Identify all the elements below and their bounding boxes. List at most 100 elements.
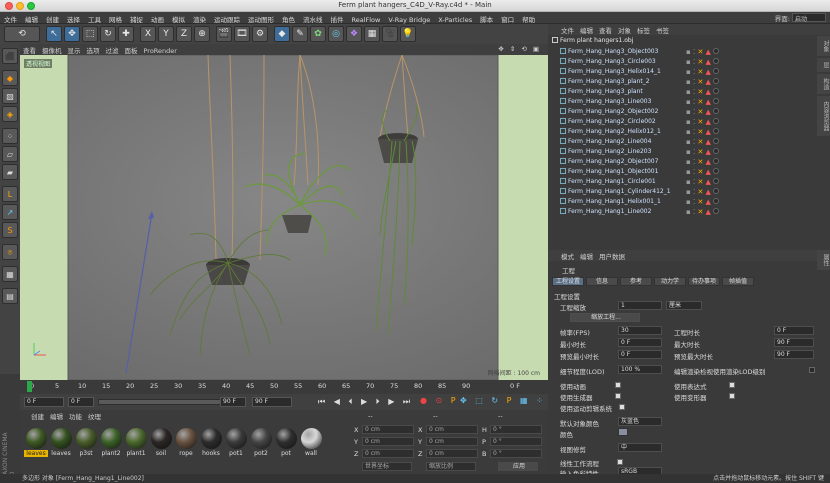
material-preview-0[interactable]	[26, 428, 47, 449]
attr-menu-mode[interactable]: 模式	[558, 250, 577, 262]
material-label[interactable]: p3st	[74, 450, 98, 457]
object-row[interactable]: Ferm_Hang_Hang2_Object002	[560, 108, 658, 117]
menu-tracker[interactable]: 运动跟踪	[210, 12, 244, 24]
axis-mode-icon[interactable]: L	[2, 186, 18, 202]
frame-range-slider[interactable]	[98, 399, 238, 405]
cube-icon[interactable]: ◆	[274, 26, 290, 42]
material-label[interactable]: leaves	[49, 450, 73, 457]
object-tags[interactable]: ▪ ⁚ ✕ ▲	[686, 188, 720, 197]
layout-icon[interactable]: ▤	[2, 288, 18, 304]
material-preview-9[interactable]	[251, 428, 272, 449]
object-row[interactable]: Ferm_Hang_Hang1_Cylinder412_1	[560, 188, 671, 197]
menu-create[interactable]: 创建	[42, 12, 63, 24]
menu-snap[interactable]: 捕捉	[126, 12, 147, 24]
lock-workplane-icon[interactable]: ⌾	[2, 244, 18, 260]
coord-apply-button[interactable]: 应用	[498, 462, 538, 471]
tab-dynamics[interactable]: 动力学	[654, 277, 686, 286]
menu-simulate[interactable]: 模拟	[168, 12, 189, 24]
object-row[interactable]: Ferm_Hang_Hang1_Circle001	[560, 178, 656, 187]
use-motion-checkbox[interactable]	[619, 404, 625, 410]
grid-icon[interactable]: ▦	[2, 266, 18, 282]
x-axis-icon[interactable]: X	[140, 26, 156, 42]
playhead[interactable]	[27, 381, 32, 392]
rotate-icon[interactable]: ↻	[100, 26, 116, 42]
menu-pipeline[interactable]: 流水线	[299, 12, 327, 24]
rot-p-field[interactable]: 0 °	[490, 437, 542, 446]
menu-vray[interactable]: V-Ray Bridge	[384, 14, 434, 24]
menu-animate[interactable]: 动画	[147, 12, 168, 24]
object-row[interactable]: Ferm_Hang_Hang3_Object003	[560, 48, 658, 57]
pos-x-field[interactable]: 0 cm	[362, 425, 414, 434]
tab-info[interactable]: 信息	[586, 277, 618, 286]
preview-min-field[interactable]: 0 F	[618, 350, 662, 359]
material-label[interactable]: rope	[174, 450, 198, 457]
material-label[interactable]: leaves	[24, 450, 48, 457]
floor-icon[interactable]: ▦	[364, 26, 380, 42]
material-label[interactable]: pot	[274, 450, 298, 457]
deformer-icon[interactable]: ❖	[346, 26, 362, 42]
mat-menu-create[interactable]: 创建	[28, 410, 47, 422]
material-preview-6[interactable]	[176, 428, 197, 449]
tweak-mode-icon[interactable]: ↗	[2, 204, 18, 220]
object-tags[interactable]: ▪ ⁚ ✕ ▲	[686, 128, 720, 137]
object-tags[interactable]: ▪ ⁚ ✕ ▲	[686, 158, 720, 167]
menu-script[interactable]: 脚本	[476, 12, 497, 24]
menu-tools[interactable]: 工具	[84, 12, 105, 24]
material-preview-2[interactable]	[76, 428, 97, 449]
preview-max-field[interactable]: 90 F	[774, 350, 814, 359]
attr-menu-userdata[interactable]: 用户数据	[596, 250, 628, 262]
menu-select[interactable]: 选择	[63, 12, 84, 24]
timeline[interactable]: 0 5 10 15 20 25 30 35 40 45 50 55 60 65 …	[20, 380, 548, 394]
object-row[interactable]: Ferm_Hang_Hang2_Line203	[560, 148, 651, 157]
default-color-select[interactable]: 灰蓝色	[618, 417, 662, 426]
size-y-field[interactable]: 0 cm	[426, 437, 478, 446]
object-tags[interactable]: ▪ ⁚ ✕ ▲	[686, 48, 720, 57]
make-editable-icon[interactable]: ⬛	[2, 48, 18, 64]
material-label[interactable]: hooks	[199, 450, 223, 457]
menu-render[interactable]: 渲染	[189, 12, 210, 24]
object-tags[interactable]: ▪ ⁚ ✕ ▲	[686, 148, 720, 157]
pos-z-field[interactable]: 0 cm	[362, 449, 414, 458]
object-row[interactable]: Ferm_Hang_Hang1_Line002	[560, 208, 651, 217]
object-tags[interactable]: ▪ ⁚ ✕ ▲	[686, 78, 720, 87]
obj-menu-tags[interactable]: 标签	[634, 24, 653, 36]
material-preview-8[interactable]	[226, 428, 247, 449]
color-swatch[interactable]	[618, 428, 628, 436]
project-scale-field[interactable]: 1	[618, 301, 662, 310]
object-row[interactable]: Ferm_Hang_Hang3_plant	[560, 88, 643, 97]
obj-menu-edit[interactable]: 编辑	[577, 24, 596, 36]
live-select-icon[interactable]: ↖	[46, 26, 62, 42]
menu-mesh[interactable]: 网格	[105, 12, 126, 24]
object-row[interactable]: Ferm_Hang_Hang2_Line004	[560, 138, 651, 147]
points-mode-icon[interactable]: ⁘	[2, 128, 18, 144]
min-frame-field[interactable]: 0 F	[68, 397, 94, 407]
material-preview-3[interactable]	[101, 428, 122, 449]
menu-edit[interactable]: 编辑	[21, 12, 42, 24]
fps-field[interactable]: 30	[618, 326, 662, 335]
tab-todo[interactable]: 待办事项	[688, 277, 720, 286]
coord-system-icon[interactable]: ⊕	[194, 26, 210, 42]
menu-window[interactable]: 窗口	[497, 12, 518, 24]
vp-nav-icons[interactable]: ✥ ⇕ ⟲ ▣	[495, 44, 544, 54]
material-label[interactable]: soil	[149, 450, 173, 457]
duration-field[interactable]: 0 F	[774, 326, 814, 335]
side-tab-attributes[interactable]: 属性	[817, 250, 830, 270]
material-preview-11[interactable]	[301, 428, 322, 449]
render-view-icon[interactable]: 🎬	[216, 26, 232, 42]
playback-buttons[interactable]: ⏮ ◀ ⏴ ▶ ⏵ ▶ ⏭	[318, 397, 413, 407]
menu-character[interactable]: 角色	[278, 12, 299, 24]
object-row[interactable]: Ferm_Hang_Hang3_plant_2	[560, 78, 650, 87]
tab-interpolation[interactable]: 帧插值	[722, 277, 754, 286]
subdivision-icon[interactable]: ✿	[310, 26, 326, 42]
cloner-icon[interactable]: ◎	[328, 26, 344, 42]
tab-project-settings[interactable]: 工程设置	[552, 277, 584, 286]
move-icon[interactable]: ✥	[64, 26, 80, 42]
object-tags[interactable]: ▪ ⁚ ✕ ▲	[686, 88, 720, 97]
use-animation-checkbox[interactable]	[615, 382, 621, 388]
obj-menu-view[interactable]: 查看	[596, 24, 615, 36]
size-x-field[interactable]: 0 cm	[426, 425, 478, 434]
use-deformers-checkbox[interactable]	[729, 393, 735, 399]
workplane-icon[interactable]: ◈	[2, 106, 18, 122]
material-label[interactable]: pot2	[249, 450, 273, 457]
object-tags[interactable]: ▪ ⁚ ✕ ▲	[686, 108, 720, 117]
